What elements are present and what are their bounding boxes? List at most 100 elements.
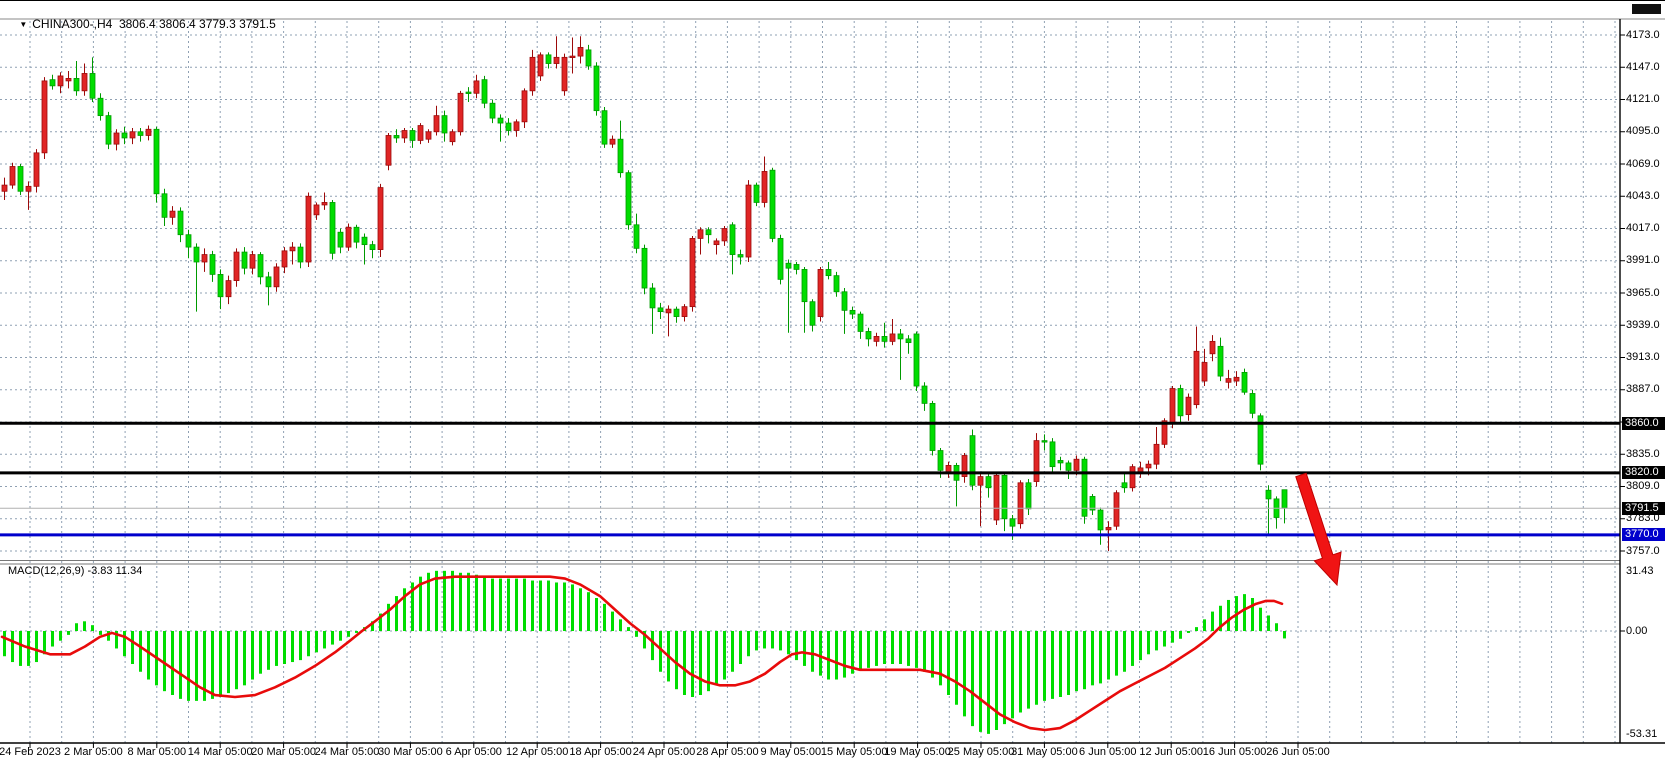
candle-body: [218, 274, 223, 296]
candle-body: [722, 229, 727, 241]
candle-body: [786, 263, 791, 268]
candle-body: [874, 336, 879, 341]
candle-body: [1282, 490, 1287, 508]
price-axis-label: 3783.0: [1626, 512, 1665, 524]
candle-body: [1234, 377, 1239, 381]
price-axis-label: 3835.0: [1626, 448, 1665, 460]
candle-body: [826, 269, 831, 275]
candle-body: [1018, 483, 1023, 524]
candle-body: [594, 66, 599, 111]
price-axis-label: 4017.0: [1626, 222, 1665, 234]
candle-body: [98, 98, 103, 115]
candle-body: [210, 255, 215, 275]
candle-body: [970, 436, 975, 486]
candle-body: [1146, 464, 1151, 468]
candle-body: [1002, 475, 1007, 518]
candle-body: [386, 135, 391, 165]
candle-body: [170, 211, 175, 217]
price-axis-label: 3965.0: [1626, 287, 1665, 299]
symbol-dropdown-icon[interactable]: ▼: [19, 20, 27, 29]
chart-canvas[interactable]: [0, 1, 1665, 766]
candle-body: [1226, 379, 1231, 383]
candle-body: [890, 334, 895, 341]
candle-body: [658, 308, 663, 312]
candle-body: [1034, 441, 1039, 482]
candle-body: [682, 307, 687, 317]
candle-body: [618, 139, 623, 172]
candle-body: [42, 81, 47, 153]
candle-body: [834, 276, 839, 292]
symbol-title-bar: ▼CHINA300-,H4 3806.4 3806.4 3779.3 3791.…: [6, 3, 276, 45]
candle-body: [114, 133, 119, 144]
candle-body: [738, 255, 743, 257]
candle-body: [762, 171, 767, 202]
candle-body: [634, 225, 639, 249]
candle-body: [1194, 351, 1199, 404]
candle-body: [642, 248, 647, 288]
candle-body: [1066, 463, 1071, 470]
candle-body: [778, 238, 783, 279]
candle-body: [154, 129, 159, 194]
time-axis-label: 6 Apr 05:00: [446, 746, 502, 758]
candle-body: [18, 166, 23, 191]
candle-body: [314, 205, 319, 215]
candle-body: [930, 403, 935, 450]
candle-body: [554, 57, 559, 63]
candle-body: [1266, 490, 1271, 499]
candle-body: [226, 281, 231, 297]
time-axis-label: 26 Jun 05:00: [1266, 746, 1330, 758]
time-axis-label: 31 May 05:00: [1011, 746, 1078, 758]
candle-body: [570, 56, 575, 58]
candle-body: [578, 47, 583, 56]
candle-body: [362, 237, 367, 244]
time-axis-label: 30 Mar 05:00: [378, 746, 443, 758]
candle-body: [274, 267, 279, 287]
candle-body: [34, 153, 39, 186]
candle-body: [730, 225, 735, 255]
candle-body: [394, 135, 399, 137]
candle-body: [1218, 346, 1223, 376]
candle-body: [402, 131, 407, 138]
time-axis-label: 2 Mar 05:00: [64, 746, 123, 758]
candle-body: [282, 251, 287, 267]
candle-body: [410, 131, 415, 141]
candle-body: [482, 80, 487, 104]
candle-body: [74, 78, 79, 90]
candle-body: [1050, 442, 1055, 467]
candle-body: [818, 269, 823, 316]
time-axis-label: 14 Mar 05:00: [188, 746, 253, 758]
candle-body: [562, 57, 567, 90]
candle-body: [1210, 341, 1215, 353]
candle-body: [1186, 397, 1191, 414]
candle-body: [122, 133, 127, 138]
candle-body: [378, 188, 383, 250]
price-axis-label: 4069.0: [1626, 158, 1665, 170]
candle-body: [434, 116, 439, 132]
candle-body: [106, 116, 111, 145]
candle-body: [714, 241, 719, 245]
candle-body: [498, 118, 503, 123]
red-down-arrow: [1296, 473, 1341, 585]
price-axis-label: 4043.0: [1626, 190, 1665, 202]
price-axis-label: 3939.0: [1626, 319, 1665, 331]
candle-body: [802, 269, 807, 301]
price-axis-label: 3991.0: [1626, 254, 1665, 266]
candle-body: [698, 230, 703, 239]
candle-body: [426, 132, 431, 139]
candle-body: [138, 132, 143, 136]
time-axis-label: 24 Apr 05:00: [633, 746, 695, 758]
price-flag-3770: 3770.0: [1622, 528, 1665, 541]
price-axis-label: 3809.0: [1626, 480, 1665, 492]
candle-body: [746, 185, 751, 257]
time-axis-label: 19 May 05:00: [884, 746, 951, 758]
candle-body: [202, 255, 207, 262]
candle-body: [146, 129, 151, 135]
candle-body: [626, 173, 631, 225]
candle-body: [602, 111, 607, 144]
price-flag-3860: 3860.0: [1622, 417, 1665, 430]
candle-body: [514, 122, 519, 131]
time-axis-label: 12 Jun 05:00: [1139, 746, 1203, 758]
candle-body: [538, 55, 543, 76]
candle-body: [650, 288, 655, 308]
candle-body: [90, 73, 95, 98]
